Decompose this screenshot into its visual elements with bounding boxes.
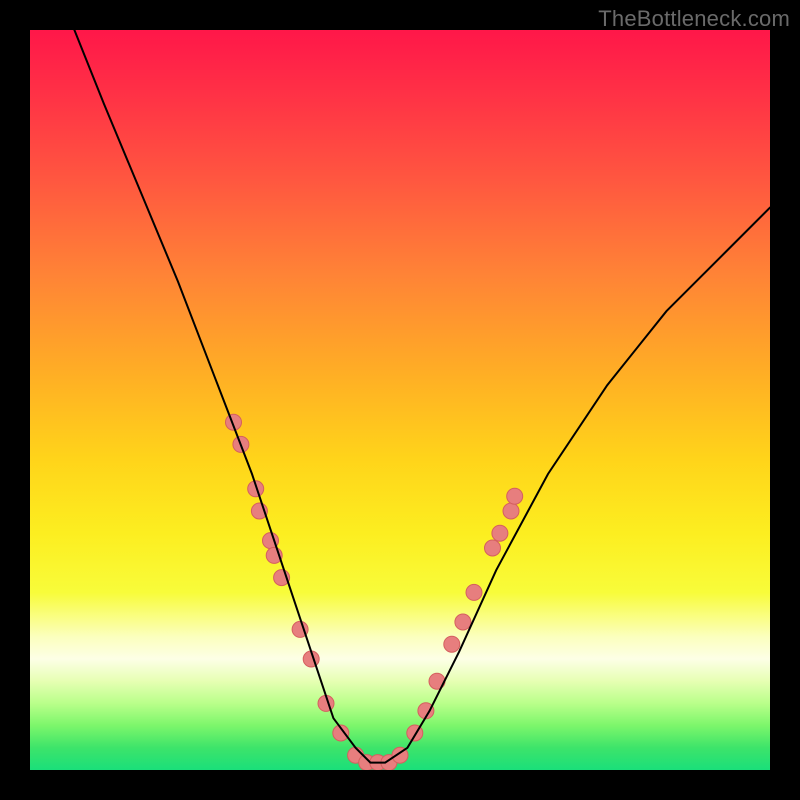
marker-dot — [333, 725, 349, 741]
marker-dot — [407, 725, 423, 741]
marker-dot — [359, 755, 375, 770]
marker-dot — [485, 540, 501, 556]
marker-dot — [466, 584, 482, 600]
marker-dot — [429, 673, 445, 689]
markers-group — [226, 414, 523, 770]
marker-dot — [233, 436, 249, 452]
marker-dot — [507, 488, 523, 504]
marker-dot — [226, 414, 242, 430]
plot-area — [30, 30, 770, 770]
marker-dot — [266, 547, 282, 563]
marker-dot — [263, 533, 279, 549]
marker-dot — [318, 695, 334, 711]
marker-dot — [418, 703, 434, 719]
outer-frame: TheBottleneck.com — [0, 0, 800, 800]
marker-dot — [455, 614, 471, 630]
marker-dot — [248, 481, 264, 497]
marker-dot — [492, 525, 508, 541]
marker-dot — [348, 747, 364, 763]
marker-dot — [381, 755, 397, 770]
marker-dot — [303, 651, 319, 667]
marker-dot — [444, 636, 460, 652]
marker-dot — [370, 755, 386, 770]
chart-svg — [30, 30, 770, 770]
bottleneck-curve — [74, 30, 770, 763]
marker-dot — [292, 621, 308, 637]
watermark-text: TheBottleneck.com — [598, 6, 790, 32]
marker-dot — [503, 503, 519, 519]
marker-dot — [251, 503, 267, 519]
marker-dot — [274, 570, 290, 586]
marker-dot — [392, 747, 408, 763]
